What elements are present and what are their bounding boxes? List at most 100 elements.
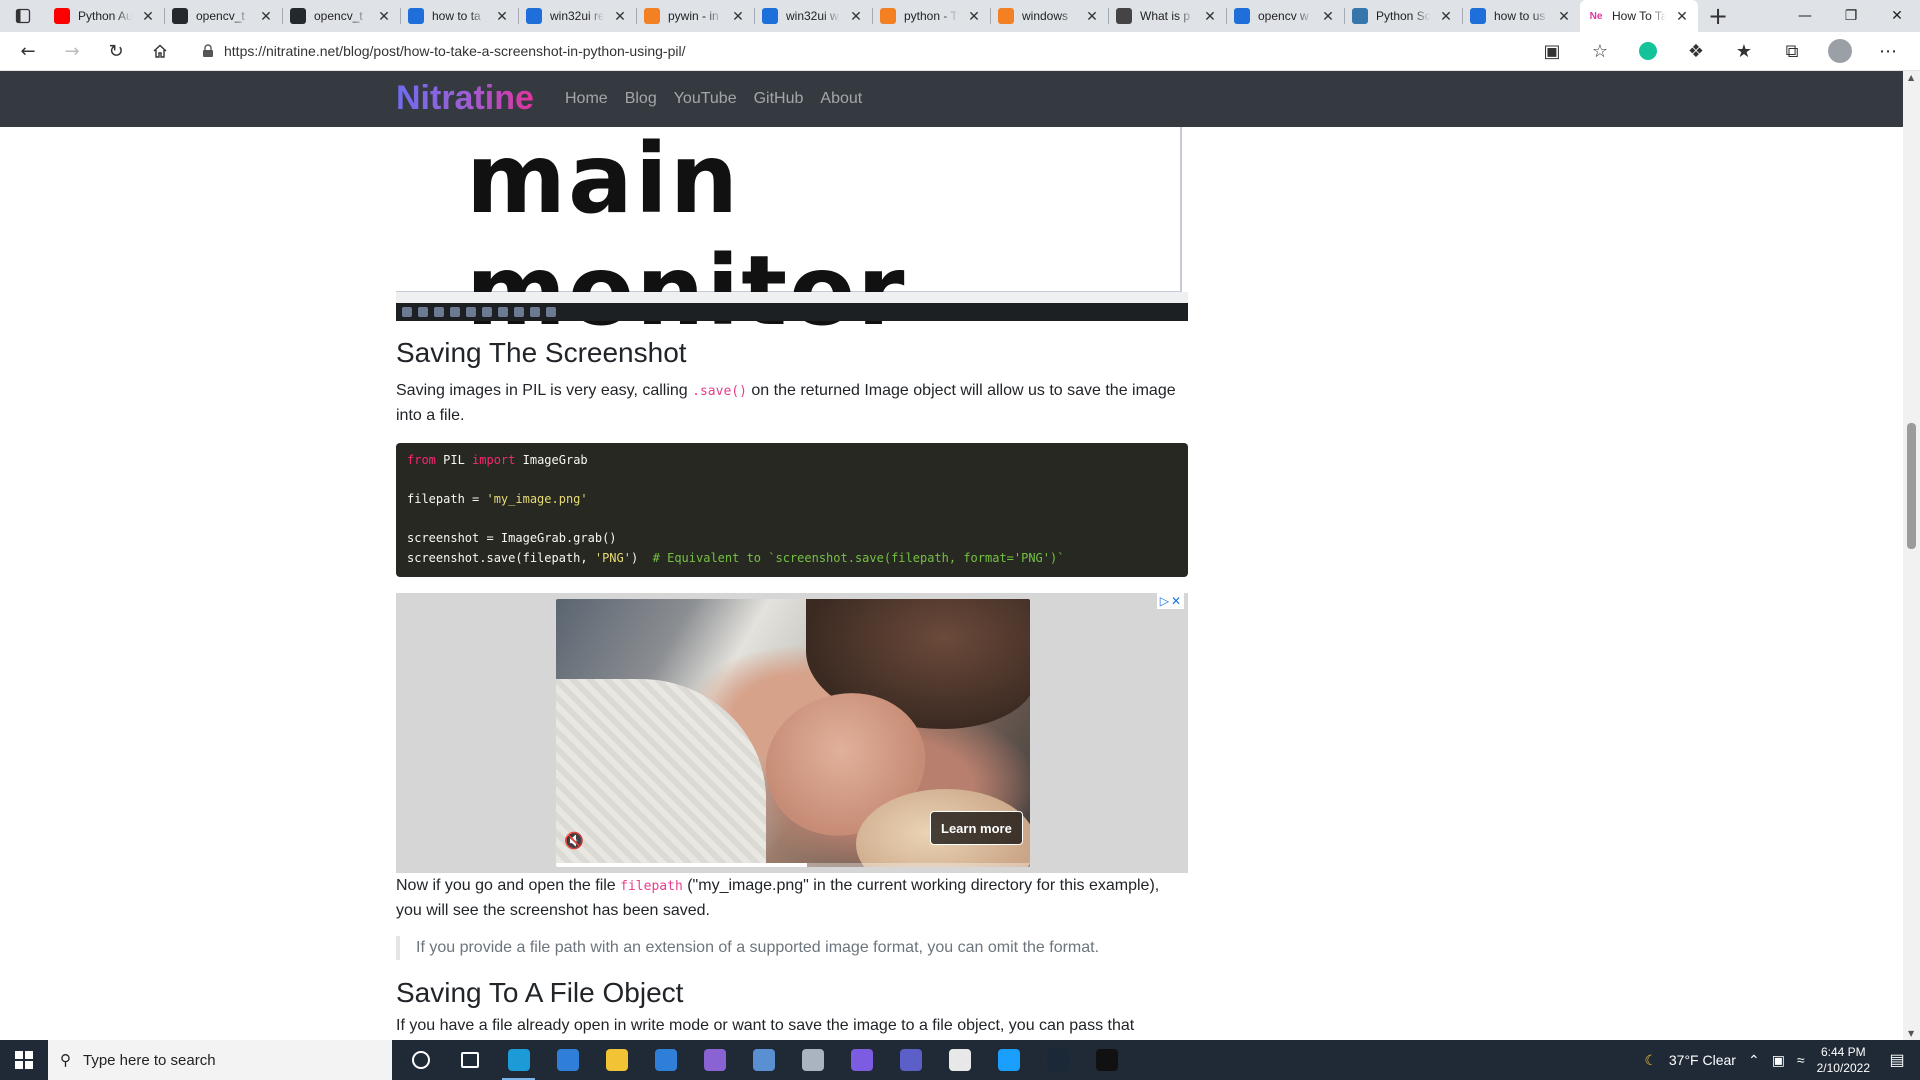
- site-nav-links: Home Blog YouTube GitHub About: [565, 90, 862, 108]
- close-tab-icon[interactable]: ✕: [612, 8, 628, 25]
- scrollbar-thumb[interactable]: [1907, 423, 1916, 549]
- address-bar[interactable]: https://nitratine.net/blog/post/how-to-t…: [190, 36, 1620, 66]
- video-advertisement[interactable]: 🔇 Learn more ▷ ✕: [396, 593, 1188, 873]
- browser-tab[interactable]: windows ✕: [990, 0, 1108, 32]
- notifications-icon[interactable]: ▤: [1882, 1040, 1912, 1080]
- close-tab-icon[interactable]: ✕: [966, 8, 982, 25]
- task-view-icon[interactable]: [445, 1040, 494, 1080]
- forward-button[interactable]: →: [50, 35, 94, 67]
- settings-more-icon[interactable]: ⋯: [1866, 35, 1910, 67]
- browser-tab[interactable]: What is p ✕: [1108, 0, 1226, 32]
- browser-tab[interactable]: Python Sc ✕: [1344, 0, 1462, 32]
- site-navbar: Nitratine Home Blog YouTube GitHub About: [0, 71, 1903, 127]
- code-block[interactable]: from PIL import ImageGrab filepath = 'my…: [396, 443, 1188, 577]
- start-button[interactable]: [0, 1040, 48, 1080]
- restore-button[interactable]: ❐: [1828, 0, 1874, 32]
- extensions-icon[interactable]: ❖: [1674, 35, 1718, 67]
- new-tab-button[interactable]: +: [1698, 0, 1738, 32]
- browser-tab[interactable]: win32ui re ✕: [518, 0, 636, 32]
- grammarly-icon[interactable]: [1626, 35, 1670, 67]
- inline-code-save: .save(): [692, 384, 747, 399]
- clock[interactable]: 6:44 PM 2/10/2022: [1817, 1044, 1870, 1076]
- weather-text[interactable]: 37°F Clear: [1669, 1052, 1736, 1068]
- taskbar-search-placeholder[interactable]: Type here to search: [83, 1052, 216, 1069]
- nav-blog[interactable]: Blog: [625, 90, 657, 108]
- stackoverflow-icon: [880, 8, 896, 24]
- taskbar-search[interactable]: ⚲ Type here to search: [48, 1040, 392, 1080]
- close-tab-icon[interactable]: ✕: [1674, 8, 1690, 25]
- minimize-button[interactable]: —: [1782, 0, 1828, 32]
- close-tab-icon[interactable]: ✕: [140, 8, 156, 25]
- nav-home[interactable]: Home: [565, 90, 608, 108]
- ad-choices[interactable]: ▷ ✕: [1156, 593, 1184, 609]
- edge-icon[interactable]: [494, 1040, 543, 1080]
- close-tab-icon[interactable]: ✕: [494, 8, 510, 25]
- close-tab-icon[interactable]: ✕: [730, 8, 746, 25]
- teams-icon[interactable]: [886, 1040, 935, 1080]
- snip-icon[interactable]: [788, 1040, 837, 1080]
- adchoices-icon[interactable]: ▷: [1160, 594, 1169, 608]
- profile-avatar[interactable]: [1818, 35, 1862, 67]
- nav-youtube[interactable]: YouTube: [674, 90, 737, 108]
- screenshot-screen: main monitor: [396, 127, 1182, 347]
- browser-tab[interactable]: how to us ✕: [1462, 0, 1580, 32]
- tab-title: win32ui re: [550, 9, 604, 23]
- learn-more-button[interactable]: Learn more: [930, 811, 1023, 845]
- browser-tab[interactable]: opencv w ✕: [1226, 0, 1344, 32]
- close-ad-icon[interactable]: ✕: [1171, 594, 1181, 608]
- mute-icon[interactable]: 🔇: [564, 831, 584, 850]
- scroll-down-icon[interactable]: ▼: [1908, 1029, 1914, 1038]
- tab-actions-icon[interactable]: [0, 0, 46, 32]
- home-button[interactable]: [138, 35, 182, 67]
- wifi-icon[interactable]: ≈: [1797, 1052, 1805, 1068]
- windows-taskbar: ⚲ Type here to search ☾ 37°F Clear ⌃ ▣ ≈…: [0, 1040, 1920, 1080]
- show-hidden-icons-icon[interactable]: ⌃: [1748, 1052, 1760, 1069]
- browser-tab[interactable]: Python Au ✕: [46, 0, 164, 32]
- browser-tab[interactable]: opencv_t ✕: [282, 0, 400, 32]
- steam-icon[interactable]: [1033, 1040, 1082, 1080]
- steam-alt-icon[interactable]: [984, 1040, 1033, 1080]
- refresh-button[interactable]: ↻: [94, 35, 138, 67]
- collections-icon[interactable]: ⧉: [1770, 35, 1814, 67]
- visual-studio-icon[interactable]: [690, 1040, 739, 1080]
- browser-tab[interactable]: pywin - in ✕: [636, 0, 754, 32]
- file-viewer-icon[interactable]: [935, 1040, 984, 1080]
- back-button[interactable]: ←: [6, 35, 50, 67]
- network-display-icon[interactable]: ▣: [1772, 1052, 1785, 1069]
- nav-about[interactable]: About: [820, 90, 862, 108]
- url-text[interactable]: https://nitratine.net/blog/post/how-to-t…: [224, 43, 685, 59]
- add-favorite-icon[interactable]: ☆: [1578, 35, 1622, 67]
- browser-tab[interactable]: win32ui w ✕: [754, 0, 872, 32]
- immersive-reader-icon[interactable]: ▣: [1530, 35, 1574, 67]
- close-window-button[interactable]: ✕: [1874, 0, 1920, 32]
- page-scrollbar[interactable]: ▲ ▼: [1903, 71, 1920, 1040]
- close-tab-icon[interactable]: ✕: [1320, 8, 1336, 25]
- tab-title: opencv_t: [196, 9, 245, 23]
- mail-icon[interactable]: [641, 1040, 690, 1080]
- close-tab-icon[interactable]: ✕: [1556, 8, 1572, 25]
- site-logo[interactable]: Nitratine: [396, 79, 534, 118]
- close-tab-icon[interactable]: ✕: [1202, 8, 1218, 25]
- cortana-icon[interactable]: [396, 1040, 445, 1080]
- close-tab-icon[interactable]: ✕: [258, 8, 274, 25]
- nav-github[interactable]: GitHub: [754, 90, 804, 108]
- scroll-up-icon[interactable]: ▲: [1908, 73, 1914, 82]
- discord-icon[interactable]: [837, 1040, 886, 1080]
- weather-moon-icon[interactable]: ☾: [1644, 1052, 1657, 1069]
- browser-tab[interactable]: Ne How To Ta ✕: [1580, 0, 1698, 32]
- close-tab-icon[interactable]: ✕: [848, 8, 864, 25]
- app-cube-icon[interactable]: [739, 1040, 788, 1080]
- stackoverflow-icon: [998, 8, 1014, 24]
- close-tab-icon[interactable]: ✕: [1084, 8, 1100, 25]
- file-explorer-icon[interactable]: [592, 1040, 641, 1080]
- close-tab-icon[interactable]: ✕: [376, 8, 392, 25]
- browser-tab[interactable]: opencv_t ✕: [164, 0, 282, 32]
- terminal-icon[interactable]: [1082, 1040, 1131, 1080]
- favorites-icon[interactable]: ★: [1722, 35, 1766, 67]
- browser-tab[interactable]: python - T ✕: [872, 0, 990, 32]
- inline-code-filepath: filepath: [620, 879, 683, 894]
- browser-tab[interactable]: how to ta ✕: [400, 0, 518, 32]
- store-icon[interactable]: [543, 1040, 592, 1080]
- close-tab-icon[interactable]: ✕: [1438, 8, 1454, 25]
- lock-icon: [203, 44, 213, 57]
